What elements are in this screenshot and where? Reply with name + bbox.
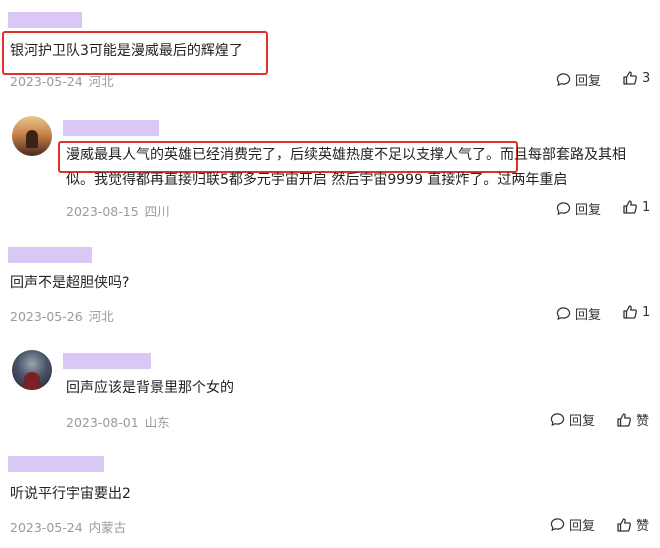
reply-button[interactable]: 回复 xyxy=(556,304,601,323)
comment-date: 2023-05-24 xyxy=(10,74,83,89)
comment-meta: 2023-05-24 内蒙古 xyxy=(10,517,126,536)
username-redacted[interactable] xyxy=(8,12,82,28)
like-label: 赞 xyxy=(636,519,650,534)
comment-text: 回声应该是背景里那个女的 xyxy=(66,380,234,396)
thumbs-up-icon xyxy=(617,412,631,427)
comment-text: 回声不是超胆侠吗? xyxy=(10,275,130,291)
reply-button[interactable]: 回复 xyxy=(556,199,601,218)
comment-location: 山东 xyxy=(144,415,170,430)
username-redacted[interactable] xyxy=(63,353,151,369)
reply-button[interactable]: 回复 xyxy=(550,410,595,429)
reply-label: 回复 xyxy=(569,519,596,534)
thumbs-up-icon xyxy=(623,305,637,319)
reply-button[interactable]: 回复 xyxy=(556,70,601,89)
comment-bubble-icon xyxy=(550,413,565,427)
like-count: 3 xyxy=(642,70,651,86)
comment-bubble-icon xyxy=(556,73,571,87)
thumbs-up-icon xyxy=(623,71,637,85)
thumbs-up-icon xyxy=(617,517,631,532)
comment-date: 2023-08-01 xyxy=(66,415,139,430)
comment-meta: 2023-08-01 山东 xyxy=(66,412,170,431)
comment-text-highlighted: 漫威最具人气的英雄已经消费完了，后续英雄热度不足以支撑人气了。 xyxy=(66,147,500,163)
comment-1: 银河护卫队3可能是漫威最后的辉煌了 2023-05-24 河北 回复 3 xyxy=(0,0,660,100)
comment-meta: 2023-08-15 四川 xyxy=(66,201,170,220)
comment-4: 回声应该是背景里那个女的 2023-08-01 山东 回复 赞 xyxy=(0,330,660,440)
like-label: 赞 xyxy=(636,414,650,429)
like-button[interactable]: 赞 xyxy=(616,515,649,534)
username-redacted[interactable] xyxy=(8,456,104,472)
reply-label: 回复 xyxy=(575,203,602,218)
comment-text-line1: 漫威最具人气的英雄已经消费完了，后续英雄热度不足以支撑人气了。而且每部套路及其相 xyxy=(66,144,626,166)
comment-meta: 2023-05-26 河北 xyxy=(10,306,114,325)
reply-label: 回复 xyxy=(575,308,602,323)
comment-date: 2023-05-24 xyxy=(10,520,83,535)
comment-text-rest: 而且每部套路及其相 xyxy=(500,147,626,163)
comment-5: 听说平行宇宙要出2 2023-05-24 内蒙古 回复 赞 xyxy=(0,440,660,548)
comment-date: 2023-05-26 xyxy=(10,309,83,324)
like-button[interactable]: 1 xyxy=(622,199,650,215)
comment-location: 四川 xyxy=(144,204,170,219)
comment-meta: 2023-05-24 河北 xyxy=(10,71,114,90)
comment-date: 2023-08-15 xyxy=(66,204,139,219)
like-button[interactable]: 赞 xyxy=(616,410,649,429)
comment-text-line2: 似。我觉得都再直接归联5都多元宇宙开启 然后宇宙9999 直接炸了。过两年重启 xyxy=(66,172,568,188)
avatar[interactable] xyxy=(12,116,52,156)
comment-location: 河北 xyxy=(88,74,114,89)
comment-bubble-icon xyxy=(556,307,571,321)
comment-text: 银河护卫队3可能是漫威最后的辉煌了 xyxy=(10,43,243,59)
avatar-figure-shape xyxy=(24,372,40,390)
username-redacted[interactable] xyxy=(63,120,159,136)
comment-location: 内蒙古 xyxy=(88,520,127,535)
avatar-building-shape xyxy=(26,130,38,148)
like-count: 1 xyxy=(642,304,651,320)
comment-3: 回声不是超胆侠吗? 2023-05-26 河北 回复 1 xyxy=(0,230,660,330)
reply-label: 回复 xyxy=(569,414,596,429)
comment-location: 河北 xyxy=(88,309,114,324)
comment-bubble-icon xyxy=(550,518,565,532)
username-redacted[interactable] xyxy=(8,247,92,263)
comment-2: 漫威最具人气的英雄已经消费完了，后续英雄热度不足以支撑人气了。而且每部套路及其相… xyxy=(0,100,660,230)
comment-bubble-icon xyxy=(556,202,571,216)
thumbs-up-icon xyxy=(623,200,637,214)
reply-button[interactable]: 回复 xyxy=(550,515,595,534)
like-button[interactable]: 1 xyxy=(622,304,650,320)
avatar[interactable] xyxy=(12,350,52,390)
like-button[interactable]: 3 xyxy=(622,70,650,86)
like-count: 1 xyxy=(642,199,651,215)
reply-label: 回复 xyxy=(575,74,602,89)
comment-text: 听说平行宇宙要出2 xyxy=(10,486,131,502)
